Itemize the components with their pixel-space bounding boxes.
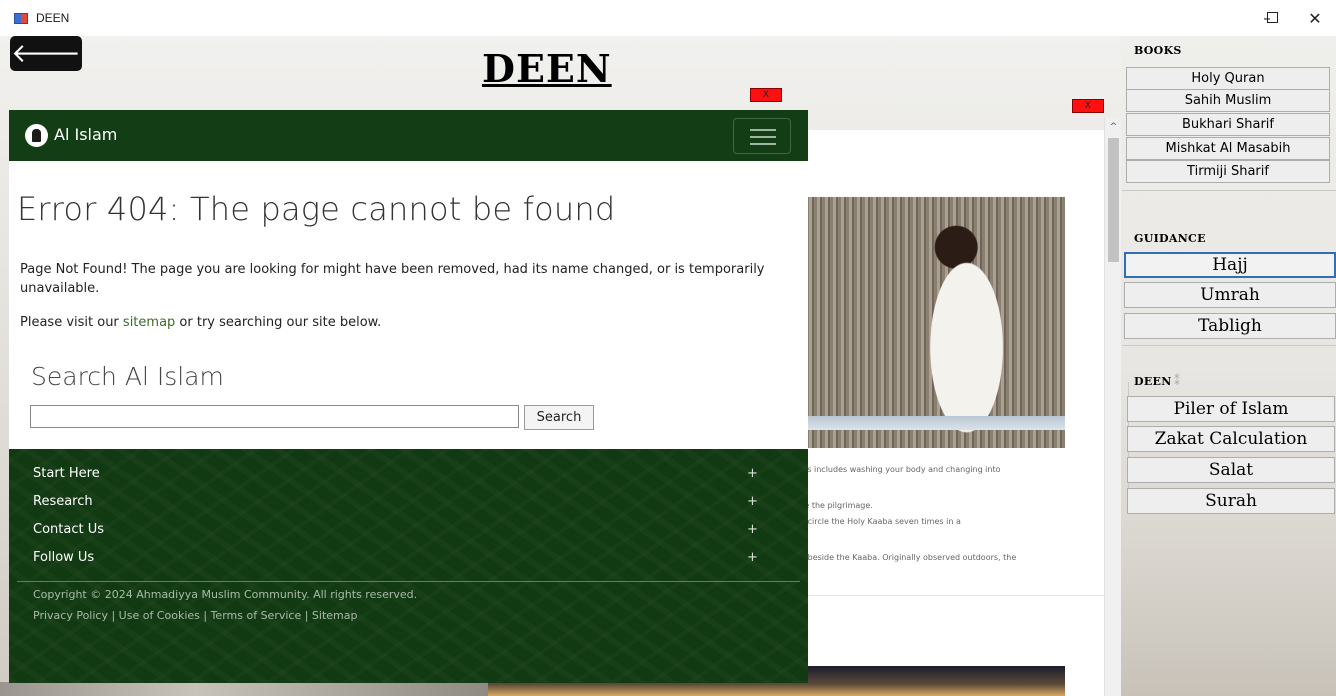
visit-suffix: or try searching our site below. [175,315,382,330]
app-heading: DEEN [482,46,612,91]
window-title: DEEN [36,11,70,25]
footer-item-follow-us[interactable]: Follow Us [33,550,94,565]
web-text-line: his includes washing your body and chang… [800,465,1001,474]
error-title: Error 404: The page cannot be found [17,190,616,228]
bukhari-sharif-button[interactable]: Bukhari Sharif [1126,113,1330,136]
groupbox-border [1122,345,1336,346]
web-scrollbar[interactable]: ^ [1104,118,1121,696]
search-heading: Search Al Islam [31,362,224,391]
web-text-line: d circle the Holy Kaaba seven times in a [800,517,961,526]
popup-navbar: Al Islam [9,110,808,161]
expand-icon[interactable]: + [747,466,758,481]
menu-toggle-button[interactable] [733,118,791,154]
guidance-group-label: GUIDANCE [1134,232,1206,245]
search-input[interactable] [30,405,519,428]
app-icon [14,12,28,24]
al-islam-logo-icon[interactable] [25,124,48,147]
surah-button[interactable]: Surah [1127,488,1335,514]
error-message: Page Not Found! The page you are looking… [20,262,765,296]
window-title-bar: DEEN [0,0,1336,36]
close-web-button[interactable]: X [1072,99,1104,113]
back-button[interactable]: 🡐 [10,36,82,71]
tabligh-button[interactable]: Tabligh [1124,313,1336,339]
hajj-photo [806,197,1065,448]
sitemap-link[interactable]: sitemap [123,315,175,330]
web-divider [800,595,1105,596]
tirmiji-sharif-button[interactable]: Tirmiji Sharif [1126,160,1330,183]
hajj-button[interactable]: Hajj [1124,252,1336,278]
footer-item-start-here[interactable]: Start Here [33,466,100,481]
web-text-line: h beside the Kaaba. Originally observed … [800,553,1017,562]
books-group-label: BOOKS [1134,44,1182,57]
close-window-button[interactable]: ✕ [1294,0,1336,36]
piler-of-islam-button[interactable]: Piler of Islam [1127,396,1335,422]
footer-divider [17,581,800,582]
web-text-line: ke the pilgrimage. [800,501,873,510]
umrah-button[interactable]: Umrah [1124,282,1336,308]
expand-icon[interactable]: + [747,522,758,537]
al-islam-popup: Al Islam Error 404: The page cannot be f… [9,110,808,683]
sahih-muslim-button[interactable]: Sahih Muslim [1126,89,1330,112]
deen-group-label: DEEN [1134,375,1172,388]
close-popup-button[interactable]: X [750,88,782,102]
expand-icon[interactable]: + [747,494,758,509]
cursor-icon: ⁑ [1174,374,1180,388]
brand-name[interactable]: Al Islam [54,125,117,144]
salat-button[interactable]: Salat [1127,457,1335,483]
maximize-button[interactable] [1267,12,1278,23]
visit-text: Please visit our sitemap or try searchin… [20,315,381,330]
zakat-calculation-button[interactable]: Zakat Calculation [1127,426,1335,452]
visit-prefix: Please visit our [20,315,123,330]
expand-icon[interactable]: + [747,550,758,565]
background-image [0,682,488,696]
groupbox-border [1122,190,1336,191]
footer-item-research[interactable]: Research [33,494,93,509]
footer-item-contact-us[interactable]: Contact Us [33,522,104,537]
copyright-text: Copyright © 2024 Ahmadiyya Muslim Commun… [33,588,418,601]
search-button[interactable]: Search [524,405,594,430]
footer-links[interactable]: Privacy Policy | Use of Cookies | Terms … [33,609,357,622]
mishkat-al-masabih-button[interactable]: Mishkat Al Masabih [1126,137,1330,160]
holy-quran-button[interactable]: Holy Quran [1126,67,1330,90]
scroll-thumb[interactable] [1108,138,1119,262]
popup-footer: Start Here + Research + Contact Us + Fol… [9,449,808,683]
scroll-up-icon[interactable]: ^ [1105,122,1122,132]
